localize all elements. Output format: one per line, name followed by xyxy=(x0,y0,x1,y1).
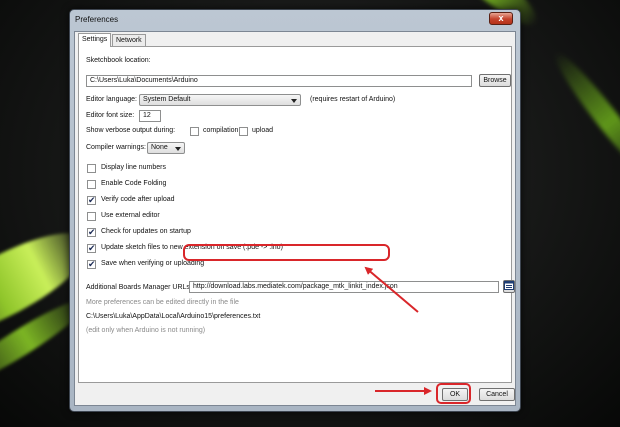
arrow-to-url-field xyxy=(364,266,419,313)
annotation-arrows xyxy=(364,266,432,395)
tab-settings[interactable]: Settings xyxy=(78,33,112,47)
